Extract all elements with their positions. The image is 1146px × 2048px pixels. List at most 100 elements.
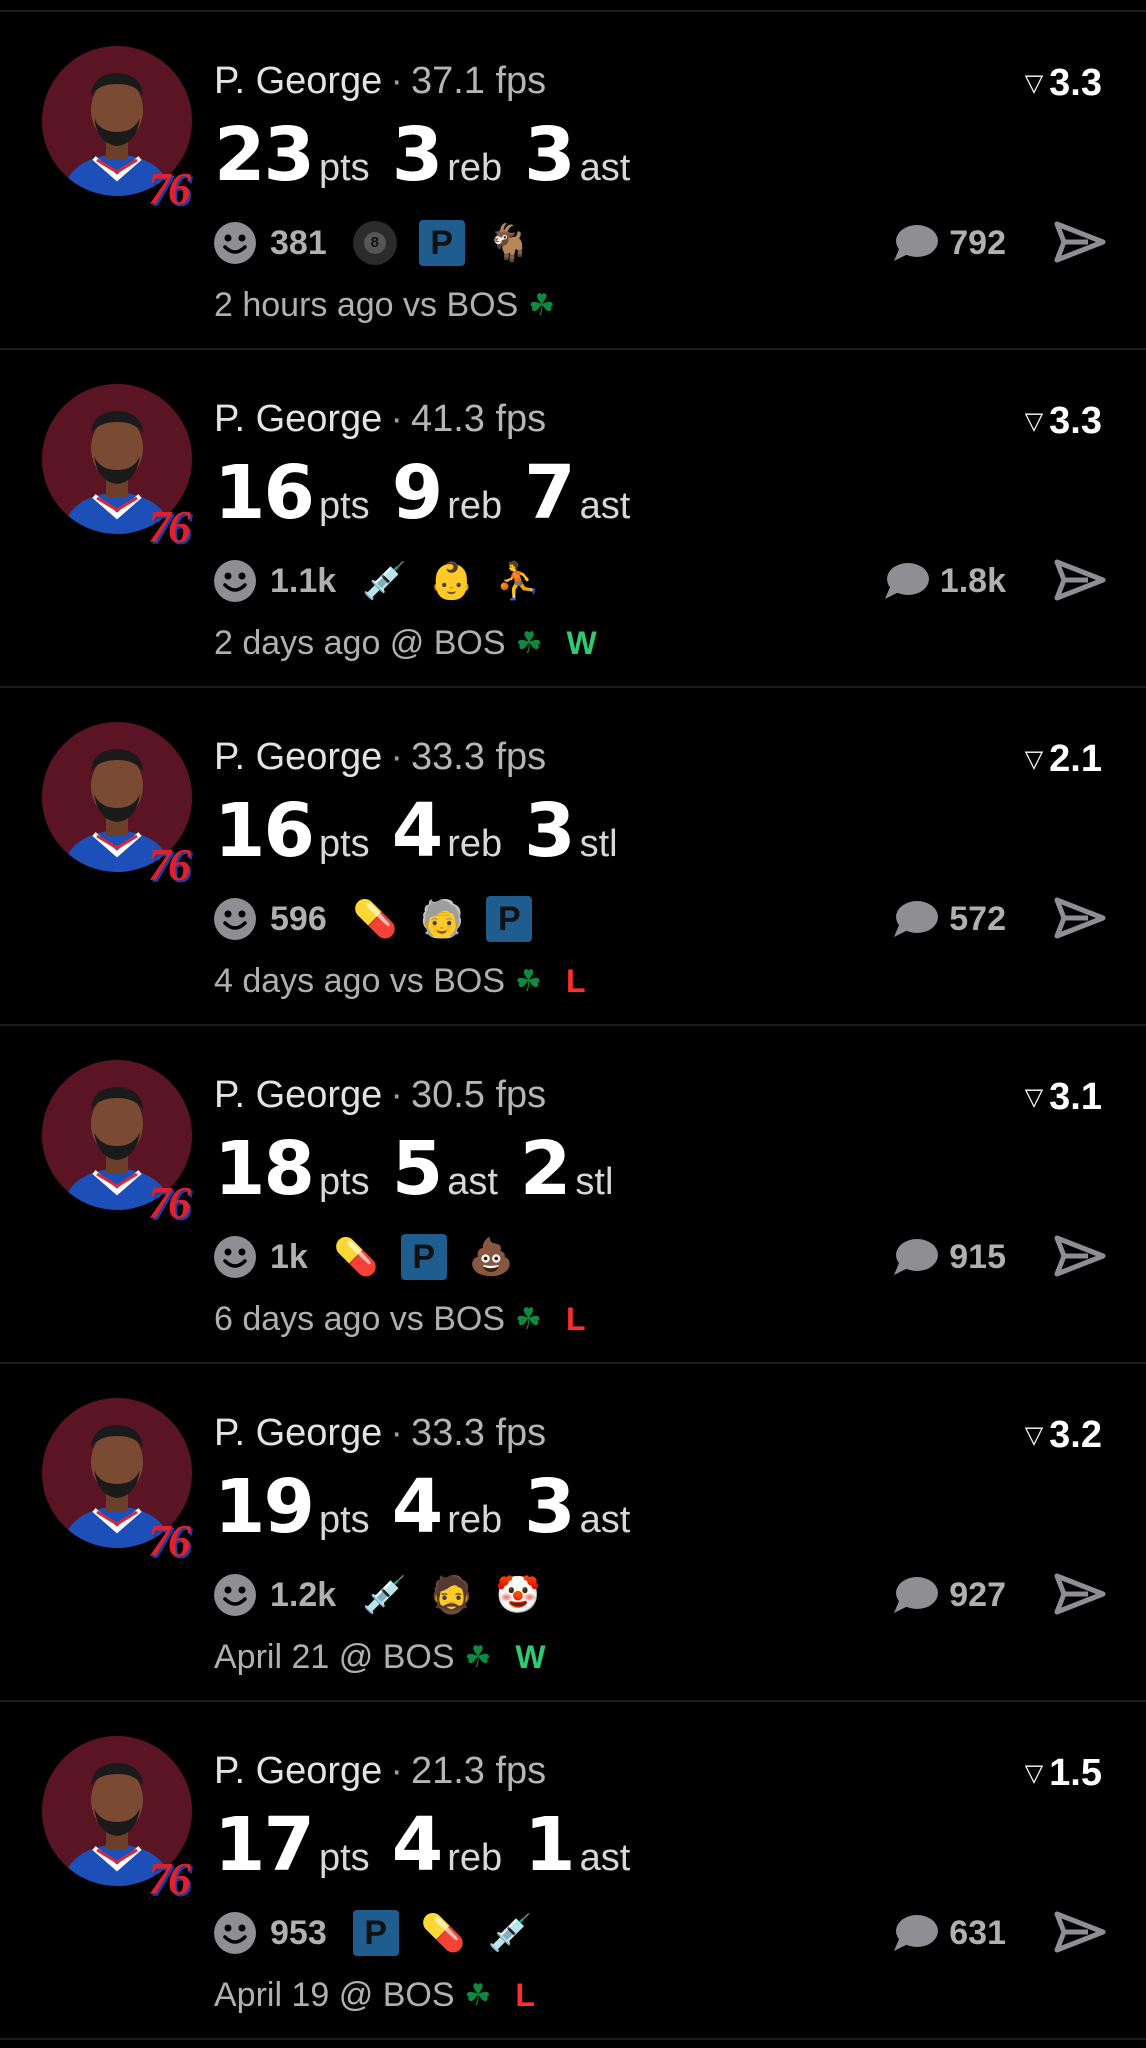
reaction-emojis: 💊 P 💩 [334,1234,536,1280]
game-time-opponent: 6 days ago vs BOS [214,1300,506,1338]
syringe-icon[interactable]: 💉 [362,563,407,599]
game-post-card[interactable]: 76 P. George · 33.3 fps ▽ 2.1 16 pts 4 reb 3 stl… [0,688,1146,1026]
parking-sign-icon[interactable]: P [352,1910,399,1956]
comments-button[interactable]: 1.8k [882,556,1006,606]
rating-badge[interactable]: ▽ 3.2 [1025,1414,1102,1457]
player-name[interactable]: P. George [214,60,382,102]
celtics-logo-icon: ☘ [515,1303,542,1336]
like-smiley-icon[interactable] [214,898,256,940]
game-post-card[interactable]: 76 P. George · 37.1 fps ▽ 3.3 23 pts 3 reb 3 ast… [0,12,1146,350]
like-smiley-icon[interactable] [214,1574,256,1616]
celtics-logo-icon: ☘ [464,1641,492,1674]
game-info-line[interactable]: April 19 @ BOS ☘ L [214,1976,535,2015]
game-result: L [565,1301,586,1337]
player-name[interactable]: P. George [214,1074,382,1116]
team-logo-76ers: 76 [148,1853,191,1904]
share-send-icon[interactable] [1054,220,1106,264]
rating-badge[interactable]: ▽ 1.5 [1025,1752,1102,1795]
team-logo-76ers: 76 [148,839,191,890]
goat-icon[interactable]: 🐐 [487,225,532,261]
game-post-card[interactable]: 76 P. George · 41.3 fps ▽ 3.3 16 pts 9 reb 7 ast… [0,350,1146,688]
game-time-opponent: April 19 @ BOS [214,1976,455,2014]
game-info-line[interactable]: 6 days ago vs BOS ☘ L [214,1300,586,1339]
player-silhouette-icon[interactable]: ⛹ [496,563,541,599]
stat-value: 17 [214,1802,315,1888]
comment-bubble-icon [894,1239,939,1275]
comments-button[interactable]: 927 [891,1570,1006,1620]
player-name-line[interactable]: P. George · 33.3 fps [214,1412,546,1455]
stat-value: 23 [214,112,315,198]
game-info-line[interactable]: 2 days ago @ BOS ☘ W [214,624,597,663]
share-send-icon[interactable] [1054,1910,1106,1954]
player-name-line[interactable]: P. George · 21.3 fps [214,1750,546,1793]
fps-value: 30.5 fps [410,1074,547,1116]
stat-reb: 4 reb [392,1802,502,1888]
stat-line: 16 pts 4 reb 3 stl [214,788,640,874]
player-name-line[interactable]: P. George · 41.3 fps [214,398,546,441]
like-count: 381 [270,223,327,262]
stat-ast: 7 ast [524,450,630,536]
comments-button[interactable]: 915 [891,1232,1006,1282]
stat-label: ast [579,147,631,189]
stat-value: 7 [524,450,575,536]
player-name-line[interactable]: P. George · 37.1 fps [214,60,546,103]
pill-icon[interactable]: 💊 [421,1915,466,1951]
game-info-line[interactable]: 4 days ago vs BOS ☘ L [214,962,586,1001]
stat-label: reb [447,1837,503,1879]
poop-icon[interactable]: 💩 [469,1239,514,1275]
player-name[interactable]: P. George [214,1750,382,1792]
game-time-opponent: April 21 @ BOS [214,1638,455,1676]
clown-icon[interactable]: 🤡 [496,1577,541,1613]
player-name[interactable]: P. George [214,1412,382,1454]
syringe-icon[interactable]: 💉 [488,1915,533,1951]
person-photo-icon[interactable]: 🧔 [429,1577,474,1613]
like-smiley-icon[interactable] [214,1912,256,1954]
parking-sign-icon[interactable]: P [418,220,465,266]
game-post-card[interactable]: 76 P. George · 21.3 fps ▽ 1.5 17 pts 4 reb 1 ast… [0,1702,1146,2040]
stat-label: pts [318,1161,370,1203]
share-send-icon[interactable] [1054,896,1106,940]
player-name[interactable]: P. George [214,736,382,778]
rating-value: 3.3 [1049,62,1102,104]
separator-dot: · [390,1750,403,1792]
comments-button[interactable]: 572 [891,894,1006,944]
share-send-icon[interactable] [1054,1234,1106,1278]
stat-value: 3 [524,788,575,874]
share-send-icon[interactable] [1054,558,1106,602]
comments-button[interactable]: 792 [891,218,1006,268]
rating-value: 2.1 [1049,738,1102,780]
player-name-line[interactable]: P. George · 33.3 fps [214,736,546,779]
game-post-card[interactable]: 76 P. George · 33.3 fps ▽ 3.2 19 pts 4 reb 3 ast… [0,1364,1146,1702]
game-time-opponent: 2 days ago @ BOS [214,624,506,662]
rating-triangle-icon: ▽ [1024,1760,1044,1787]
separator-dot: · [390,398,403,440]
player-name[interactable]: P. George [214,398,382,440]
parking-sign-icon[interactable]: P [486,896,533,942]
elderly-walker-icon[interactable]: 🧓 [420,901,465,937]
like-smiley-icon[interactable] [214,1236,256,1278]
share-send-icon[interactable] [1054,1572,1106,1616]
game-time-opponent: 2 hours ago vs BOS [214,286,519,324]
pill-icon[interactable]: 💊 [353,901,398,937]
game-info-line[interactable]: April 21 @ BOS ☘ W [214,1638,546,1677]
reaction-emojis: P 💊 💉 [352,1910,555,1956]
rating-badge[interactable]: ▽ 3.1 [1025,1076,1102,1119]
parking-sign-icon[interactable]: P [400,1234,447,1280]
pill-icon[interactable]: 💊 [334,1239,379,1275]
comments-button[interactable]: 631 [891,1908,1006,1958]
rating-badge[interactable]: ▽ 3.3 [1025,400,1102,443]
like-smiley-icon[interactable] [214,560,256,602]
celtics-logo-icon: ☘ [515,965,542,998]
game-post-card[interactable]: 76 P. George · 30.5 fps ▽ 3.1 18 pts 5 ast 2 stl… [0,1026,1146,1364]
game-result: W [566,625,597,661]
syringe-icon[interactable]: 💉 [362,1577,407,1613]
game-info-line[interactable]: 2 hours ago vs BOS ☘ [214,286,579,325]
player-name-line[interactable]: P. George · 30.5 fps [214,1074,546,1117]
game-result: W [515,1639,546,1675]
8-ball-icon[interactable]: 8 [352,221,397,265]
rating-badge[interactable]: ▽ 2.1 [1025,738,1102,781]
baby-face-icon[interactable]: 👶 [429,563,474,599]
rating-badge[interactable]: ▽ 3.3 [1025,62,1102,105]
like-smiley-icon[interactable] [214,222,256,264]
team-logo-76ers: 76 [148,163,191,214]
